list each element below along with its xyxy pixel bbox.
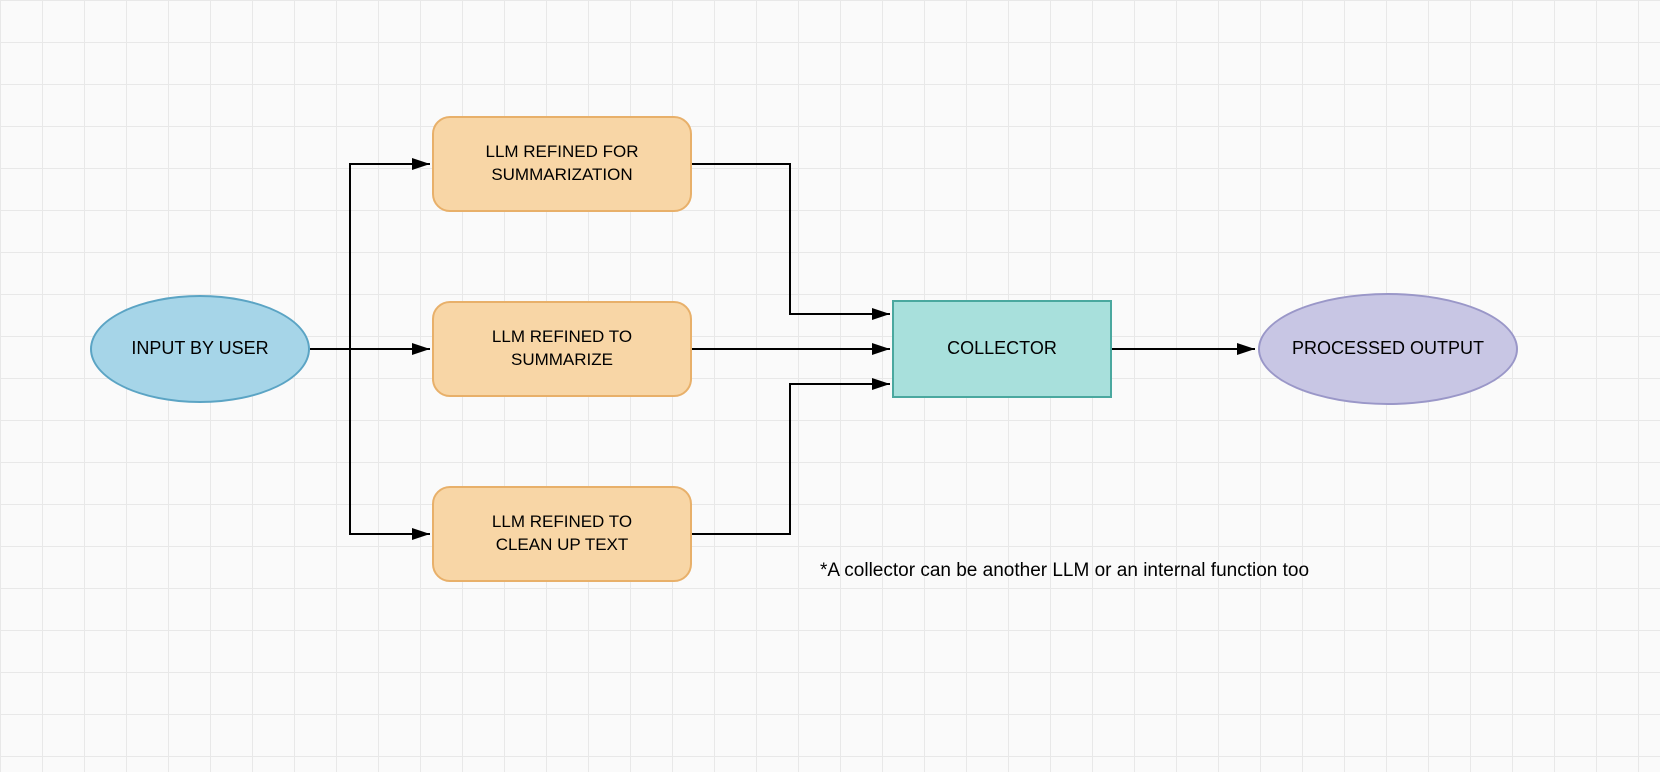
- node-llm3-text: LLM REFINED TO CLEAN UP TEXT: [492, 511, 632, 557]
- edge-llm3-to-collector: [692, 384, 890, 534]
- node-llm1-text: LLM REFINED FOR SUMMARIZATION: [485, 141, 638, 187]
- node-llm2-line2: SUMMARIZE: [492, 349, 632, 372]
- node-output: PROCESSED OUTPUT: [1258, 293, 1518, 405]
- node-llm2-text: LLM REFINED TO SUMMARIZE: [492, 326, 632, 372]
- node-llm2: LLM REFINED TO SUMMARIZE: [432, 301, 692, 397]
- node-output-label: PROCESSED OUTPUT: [1292, 337, 1484, 360]
- node-input: INPUT BY USER: [90, 295, 310, 403]
- edge-input-to-llm3: [310, 349, 430, 534]
- node-collector-label: COLLECTOR: [947, 337, 1057, 360]
- node-llm1-line1: LLM REFINED FOR: [485, 141, 638, 164]
- node-llm3-line2: CLEAN UP TEXT: [492, 534, 632, 557]
- diagram-note: *A collector can be another LLM or an in…: [820, 560, 1309, 582]
- node-llm2-line1: LLM REFINED TO: [492, 326, 632, 349]
- diagram-canvas: INPUT BY USER LLM REFINED FOR SUMMARIZAT…: [0, 0, 1660, 772]
- node-llm3-line1: LLM REFINED TO: [492, 511, 632, 534]
- node-input-label: INPUT BY USER: [131, 337, 268, 360]
- node-collector: COLLECTOR: [892, 300, 1112, 398]
- edge-llm1-to-collector: [692, 164, 890, 314]
- node-llm1-line2: SUMMARIZATION: [485, 164, 638, 187]
- edge-input-to-llm1: [310, 164, 430, 349]
- node-llm3: LLM REFINED TO CLEAN UP TEXT: [432, 486, 692, 582]
- node-llm1: LLM REFINED FOR SUMMARIZATION: [432, 116, 692, 212]
